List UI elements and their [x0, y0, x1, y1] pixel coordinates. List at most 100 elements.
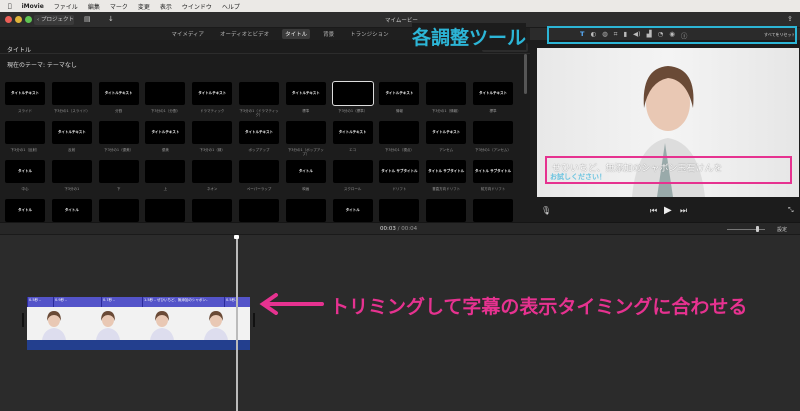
- title-tile[interactable]: 下3分の1（アンセム）: [473, 121, 513, 152]
- title-tile[interactable]: タイトル 中心: [5, 160, 45, 191]
- skip-back-icon[interactable]: ⏮: [650, 206, 657, 216]
- tab-transitions[interactable]: トランジション: [347, 29, 392, 39]
- title-tile[interactable]: 下3分の1（縁）: [192, 121, 233, 152]
- menu-file[interactable]: ファイル: [54, 2, 78, 11]
- tab-backgrounds[interactable]: 背景: [320, 29, 337, 39]
- title-tile[interactable]: ペーパーラップ: [239, 160, 279, 191]
- title-tile[interactable]: スクロール: [332, 160, 373, 191]
- title-tile-label: ドリフト: [392, 187, 407, 191]
- title-tile-label: 上: [163, 187, 168, 191]
- share-icon[interactable]: ⇪: [787, 15, 793, 23]
- menu-modify[interactable]: 変更: [138, 2, 150, 11]
- playhead[interactable]: [234, 235, 239, 411]
- title-tile[interactable]: タイトルテキスト 標準: [473, 82, 513, 113]
- title-tile[interactable]: タイトルテキスト ポップアップ: [239, 121, 279, 152]
- title-clip[interactable]: 0.9秒 –: [53, 297, 101, 307]
- title-thumbnail: [239, 82, 279, 105]
- title-tile[interactable]: 下3分の1（ポップアップ）: [285, 121, 326, 156]
- close-button[interactable]: [5, 16, 12, 23]
- back-label: プロジェクト: [40, 17, 74, 23]
- title-clip[interactable]: 0.7秒 –: [101, 297, 142, 307]
- title-tile[interactable]: 下: [98, 160, 139, 191]
- reset-all-button[interactable]: すべてをリセット: [764, 32, 794, 38]
- title-tile[interactable]: タイトルテキスト アンセム: [426, 121, 467, 152]
- title-tile[interactable]: 下3分の1（標準）: [331, 81, 374, 113]
- title-tile[interactable]: タイトルテキスト ドラマティック: [192, 82, 233, 113]
- title-clip[interactable]: 1.5秒 – ぜひいちど、無添加のシャボン–: [142, 297, 224, 307]
- clip-right-handle[interactable]: [253, 313, 255, 327]
- minimize-button[interactable]: [15, 16, 22, 23]
- title-tile[interactable]: タイトル サブタイトル ドリフト: [379, 160, 420, 191]
- noise-eq-icon[interactable]: ▟: [647, 30, 652, 40]
- video-frame-thumbnail: [243, 307, 250, 340]
- title-thumbnail: [379, 121, 420, 144]
- library-toggle-icon[interactable]: ▤: [84, 15, 91, 23]
- color-correction-icon[interactable]: ◍: [602, 30, 608, 40]
- skip-forward-icon[interactable]: ⏭: [680, 206, 687, 216]
- title-tile[interactable]: 下3分の1（分割）: [145, 82, 186, 113]
- title-tile[interactable]: タイトルテキスト スライド: [5, 82, 45, 113]
- title-tile[interactable]: 下3分の1（ドラマティック）: [239, 82, 279, 117]
- title-tile[interactable]: 下3分の1（スライド）: [51, 82, 92, 113]
- title-tile-label: 反射: [68, 148, 76, 152]
- title-tile[interactable]: タイトルテキスト 反射: [51, 121, 92, 152]
- menu-view[interactable]: 表示: [160, 2, 172, 11]
- title-track: 0.5秒 –0.9秒 –0.7秒 –1.5秒 – ぜひいちど、無添加のシャボン–…: [27, 297, 250, 307]
- title-tile-label: 下3分の1（分割）: [150, 109, 180, 113]
- title-thumbnail: [473, 121, 513, 144]
- clip-filter-icon[interactable]: ◉: [669, 30, 675, 40]
- title-tile-label: 下3分の1: [64, 187, 80, 191]
- title-tile[interactable]: 下3分の1（視点）: [379, 121, 420, 152]
- tab-my-media[interactable]: マイメディア: [168, 29, 207, 39]
- zoom-slider-thumb[interactable]: [756, 226, 759, 232]
- menu-help[interactable]: ヘルプ: [222, 2, 240, 11]
- video-clip[interactable]: [27, 307, 250, 340]
- title-thumbnail: タイトルテキスト: [5, 82, 45, 105]
- title-clip[interactable]: 0.5秒 –: [27, 297, 53, 307]
- title-tile[interactable]: 下3分の1: [51, 160, 92, 191]
- settings-button[interactable]: 設定: [777, 226, 787, 233]
- title-tile[interactable]: タイトル サブタイトル 垂直方向ドリフト: [426, 160, 467, 191]
- fullscreen-icon[interactable]: ⤡: [788, 206, 794, 215]
- browser-scrollbar[interactable]: [524, 54, 527, 94]
- stabilization-icon[interactable]: ▮: [623, 30, 627, 40]
- title-tile[interactable]: タイトル 映画: [285, 160, 326, 191]
- title-tile[interactable]: 下3分の1（反射）: [5, 121, 45, 152]
- title-tool-icon[interactable]: T: [580, 30, 584, 40]
- tab-titles[interactable]: タイトル: [282, 29, 311, 39]
- apple-icon[interactable]: : [8, 3, 12, 10]
- title-thumbnail: タイトル: [285, 160, 326, 183]
- clip-left-handle[interactable]: [22, 313, 24, 327]
- title-thumbnail: タイトルテキスト: [473, 82, 513, 105]
- tab-audio-video[interactable]: オーディオとビデオ: [217, 29, 272, 39]
- timeline-zoom-slider[interactable]: [727, 226, 765, 232]
- current-theme: 現在のテーマ: テーマなし: [7, 62, 77, 69]
- title-tile[interactable]: タイトル サブタイトル 前方向ドリフト: [473, 160, 513, 191]
- title-tile[interactable]: タイトルテキスト エコ: [332, 121, 373, 152]
- title-tile[interactable]: タイトルテキスト 分割: [98, 82, 139, 113]
- title-tile[interactable]: 下3分の1（情報）: [426, 82, 467, 113]
- zoom-button[interactable]: [25, 16, 32, 23]
- import-icon[interactable]: ↓: [108, 15, 114, 23]
- volume-icon[interactable]: ◀): [633, 30, 641, 40]
- crop-icon[interactable]: ⌗: [614, 30, 618, 40]
- play-icon[interactable]: ▶: [664, 205, 672, 216]
- title-tile-label: ポップアップ: [248, 148, 270, 152]
- menu-mark[interactable]: マーク: [110, 2, 128, 11]
- projects-back-button[interactable]: ‹ プロジェクト: [34, 15, 74, 25]
- title-tile[interactable]: 上: [145, 160, 186, 191]
- menu-app[interactable]: iMovie: [22, 3, 44, 10]
- menu-window[interactable]: ウインドウ: [182, 2, 212, 11]
- title-tile[interactable]: タイトルテキスト 標準: [285, 82, 326, 113]
- menu-edit[interactable]: 編集: [88, 2, 100, 11]
- info-icon[interactable]: ⓘ: [681, 30, 688, 40]
- title-thumbnail: [192, 160, 233, 183]
- title-tile[interactable]: 下3分の1（優美）: [98, 121, 139, 152]
- title-tile[interactable]: タイトルテキスト 優美: [145, 121, 186, 152]
- speed-icon[interactable]: ◔: [658, 30, 664, 40]
- microphone-icon[interactable]: 🎙: [541, 206, 551, 215]
- title-thumbnail: [145, 160, 186, 183]
- title-tile[interactable]: タイトルテキスト 情報: [379, 82, 420, 113]
- title-tile[interactable]: ネオン: [192, 160, 233, 191]
- color-balance-icon[interactable]: ◐: [590, 30, 596, 40]
